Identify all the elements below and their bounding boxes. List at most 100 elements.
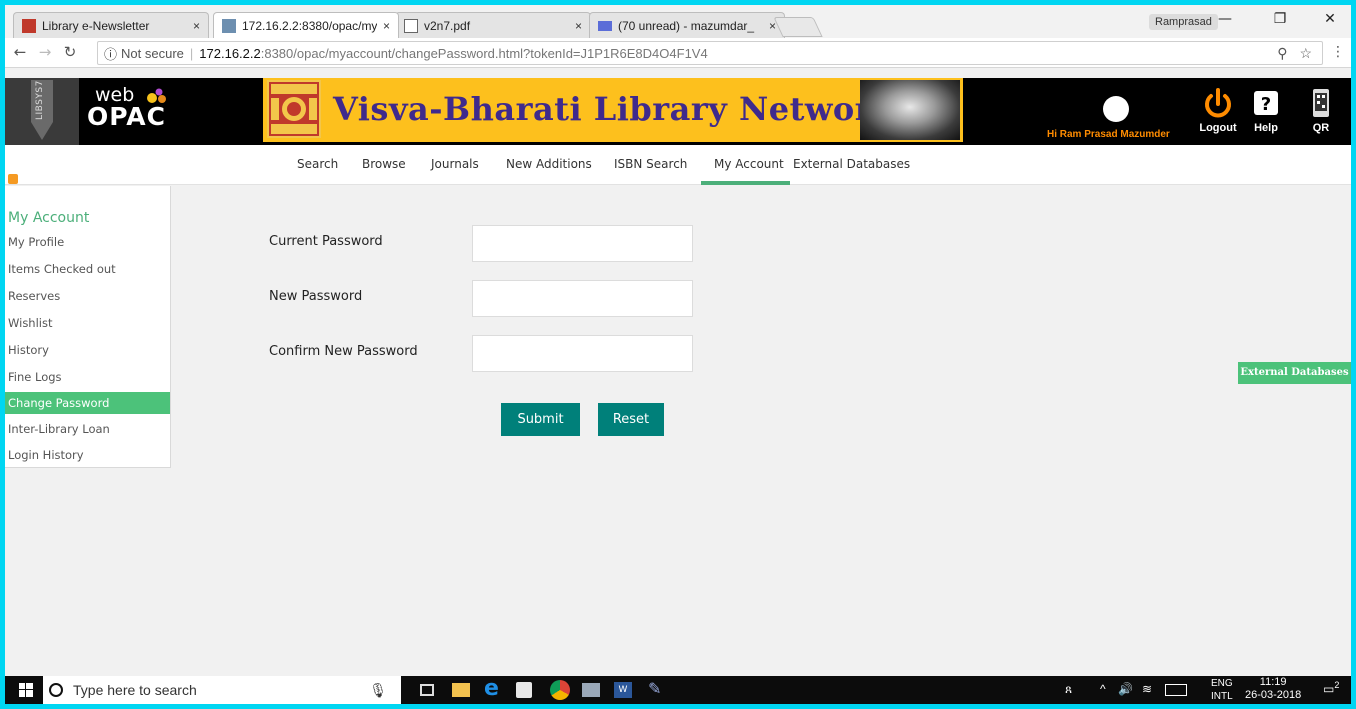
nav-isbn-search[interactable]: ISBN Search — [614, 157, 687, 171]
logout-button[interactable]: Logout — [1193, 88, 1243, 134]
url-host: 172.16.2.2 — [199, 45, 261, 61]
webopac-logo[interactable]: web OPAC — [87, 84, 166, 131]
qr-phone-icon — [1313, 89, 1329, 117]
account-sidebar: My Account My Profile Items Checked out … — [5, 186, 171, 468]
new-password-field[interactable] — [472, 280, 693, 317]
external-databases-side-tab[interactable]: External Databases — [1238, 362, 1351, 384]
back-arrow-icon[interactable]: ← — [10, 43, 30, 61]
taskbar-clock[interactable]: 11:19 26-03-2018 — [1245, 676, 1301, 702]
help-label: Help — [1254, 122, 1278, 134]
chrome-icon[interactable] — [550, 680, 570, 700]
sidebar-item-items-checked-out[interactable]: Items Checked out — [5, 258, 170, 280]
address-separator: | — [189, 45, 194, 61]
tab-close-icon[interactable]: × — [383, 19, 390, 33]
task-view-icon[interactable] — [420, 684, 434, 696]
sidebar-item-login-history[interactable]: Login History — [5, 444, 170, 466]
tab-title: v2n7.pdf — [424, 18, 471, 33]
edge-browser-icon[interactable]: e — [484, 676, 504, 701]
sidebar-item-inter-library-loan[interactable]: Inter-Library Loan — [5, 418, 170, 440]
sidebar-item-history[interactable]: History — [5, 339, 170, 361]
main-nav: Search Browse Journals New Additions ISB… — [5, 145, 1351, 185]
browser-tab-strip: Library e-Newsletter × 172.16.2.2:8380/o… — [5, 5, 1351, 38]
nav-new-additions[interactable]: New Additions — [506, 157, 592, 171]
reset-button[interactable]: Reset — [598, 403, 664, 436]
tab-close-icon[interactable]: × — [193, 19, 200, 33]
maximize-button[interactable]: ❐ — [1265, 11, 1295, 27]
tray-chevron-icon[interactable]: ^ — [1100, 682, 1106, 696]
qr-button[interactable]: QR — [1301, 88, 1341, 134]
windows-start-icon[interactable] — [19, 683, 33, 697]
svg-text:?: ? — [1261, 94, 1271, 115]
university-emblem — [267, 80, 321, 138]
nav-search[interactable]: Search — [297, 157, 338, 171]
word-icon[interactable]: W — [614, 682, 632, 698]
notifications-icon[interactable]: ▭2 — [1323, 680, 1339, 696]
emblem-seal-icon — [271, 84, 317, 134]
screen: Library e-Newsletter × 172.16.2.2:8380/o… — [5, 5, 1351, 704]
notification-count: 2 — [1334, 680, 1340, 690]
keyboard-layout: INTL — [1211, 691, 1233, 702]
taskbar-search-box[interactable]: Type here to search 🎙 — [43, 676, 401, 704]
rss-icon[interactable] — [8, 174, 18, 184]
submit-button[interactable]: Submit — [501, 403, 580, 436]
sidebar-heading: My Account — [8, 210, 90, 226]
windows-taskbar: Type here to search 🎙 e W ✎ ጸ ^ 🔊 ≋ ENG … — [5, 676, 1351, 704]
newsletter-favicon-icon — [22, 18, 36, 33]
nav-external-databases[interactable]: External Databases — [793, 157, 910, 171]
people-icon[interactable]: ጸ — [1065, 682, 1072, 697]
file-explorer-icon[interactable] — [452, 683, 470, 697]
microphone-icon[interactable]: 🎙 — [369, 682, 387, 699]
libsys-tag: LIBSYS7 — [31, 80, 53, 140]
nav-browse[interactable]: Browse — [362, 157, 406, 171]
sidebar-item-wishlist[interactable]: Wishlist — [5, 312, 170, 334]
cortana-icon — [49, 683, 63, 697]
sidebar-item-change-password[interactable]: Change Password — [5, 392, 170, 414]
paint-icon[interactable]: ✎ — [648, 679, 668, 698]
browser-tab-opac[interactable]: 172.16.2.2:8380/opac/my × — [213, 12, 399, 38]
reload-icon[interactable]: ↻ — [60, 43, 80, 61]
document-icon — [404, 18, 418, 33]
tab-close-icon[interactable]: × — [575, 19, 582, 33]
sidebar-item-reserves[interactable]: Reserves — [5, 285, 170, 307]
volume-icon[interactable]: 🔊 — [1118, 682, 1133, 696]
minimize-button[interactable]: — — [1210, 11, 1240, 27]
title-banner: Visva-Bharati Library Network — [263, 78, 963, 142]
close-window-button[interactable]: ✕ — [1315, 11, 1345, 27]
current-password-field[interactable] — [472, 225, 693, 262]
tab-title: (70 unread) - mazumdar_ — [618, 18, 755, 33]
tab-title: Library e-Newsletter — [42, 18, 150, 33]
keyboard-icon[interactable] — [1165, 684, 1187, 696]
browser-toolbar: ← → ↻ ⓘ Not secure | 172.16.2.2 :8380/op… — [5, 38, 1351, 68]
sidebar-item-my-profile[interactable]: My Profile — [5, 231, 170, 253]
power-icon — [1205, 88, 1231, 118]
libsys-label: LIBSYS7 — [35, 80, 45, 120]
forward-arrow-icon[interactable]: → — [35, 43, 55, 61]
sidebar-item-fine-logs[interactable]: Fine Logs — [5, 366, 170, 388]
browser-tab-newsletter[interactable]: Library e-Newsletter × — [13, 12, 209, 38]
network-app-icon[interactable] — [582, 683, 600, 697]
browser-tab-mail[interactable]: (70 unread) - mazumdar_ × — [589, 12, 785, 38]
logo-opac-text: OPAC — [87, 102, 166, 131]
browser-tab-pdf[interactable]: v2n7.pdf × — [395, 12, 591, 38]
address-bar[interactable]: ⓘ Not secure | 172.16.2.2 :8380/opac/mya… — [97, 41, 1323, 65]
user-avatar[interactable] — [1103, 96, 1129, 122]
opac-favicon-icon — [222, 18, 236, 33]
store-icon[interactable] — [516, 682, 532, 698]
bookmark-star-icon[interactable]: ☆ — [1299, 45, 1312, 61]
libsys-block: LIBSYS7 — [5, 78, 79, 145]
confirm-password-field[interactable] — [472, 335, 693, 372]
new-tab-button[interactable] — [773, 17, 823, 37]
url-path: :8380/opac/myaccount/changePassword.html… — [260, 45, 708, 61]
language-indicator[interactable]: ENG INTL — [1211, 677, 1233, 703]
info-icon[interactable]: ⓘ — [104, 44, 117, 63]
help-button[interactable]: ? Help — [1241, 88, 1291, 134]
zoom-icon[interactable]: ⚲ — [1277, 45, 1287, 61]
wifi-icon[interactable]: ≋ — [1142, 682, 1152, 696]
profile-name-badge[interactable]: Ramprasad — [1149, 14, 1218, 30]
tab-title: 172.16.2.2:8380/opac/my — [242, 18, 377, 33]
chrome-menu-icon[interactable]: ⋮ — [1331, 44, 1345, 60]
nav-my-account[interactable]: My Account — [714, 157, 784, 171]
current-password-label: Current Password — [269, 234, 383, 249]
user-greeting: Hi Ram Prasad Mazumder — [1047, 129, 1170, 140]
nav-journals[interactable]: Journals — [431, 157, 479, 171]
